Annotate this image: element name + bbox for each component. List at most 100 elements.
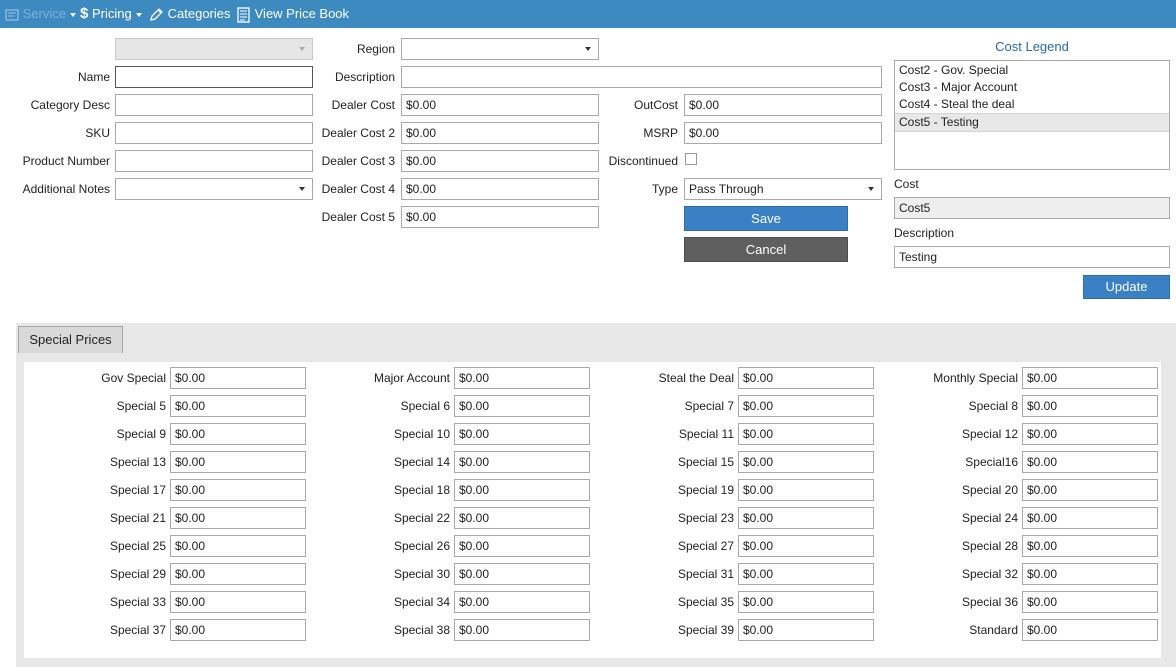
- special-price-field[interactable]: [1022, 563, 1158, 585]
- pricing-label: Pricing: [91, 6, 132, 21]
- dealer-cost-3-field[interactable]: [401, 150, 599, 172]
- cost-legend-list[interactable]: Cost2 - Gov. Special Cost3 - Major Accoun…: [894, 60, 1170, 170]
- top-select[interactable]: [115, 38, 313, 60]
- special-price-field[interactable]: [738, 591, 874, 613]
- cancel-button[interactable]: Cancel: [684, 237, 848, 262]
- special-price-field[interactable]: [1022, 619, 1158, 641]
- dealer-cost-2-field[interactable]: [401, 122, 599, 144]
- outcost-label: OutCost: [633, 98, 678, 112]
- legend-item[interactable]: Cost5 - Testing: [895, 113, 1169, 132]
- special-price-label: Special 28: [961, 539, 1018, 553]
- sku-field[interactable]: [115, 122, 313, 144]
- top-toolbar: Service $ Pricing Categories View Price …: [0, 0, 1176, 28]
- product-number-field[interactable]: [115, 150, 313, 172]
- outcost-field[interactable]: [684, 94, 882, 116]
- pricing-menu[interactable]: $ Pricing: [80, 0, 142, 28]
- dealer-cost-5-field[interactable]: [401, 206, 599, 228]
- special-price-label: Special 9: [116, 427, 166, 441]
- special-price-field[interactable]: [738, 395, 874, 417]
- special-price-field[interactable]: [170, 619, 306, 641]
- view-price-book-button[interactable]: View Price Book: [236, 0, 349, 28]
- tab-special-prices[interactable]: Special Prices: [18, 326, 123, 353]
- special-price-field[interactable]: [738, 563, 874, 585]
- legend-item[interactable]: Cost2 - Gov. Special: [895, 62, 1169, 79]
- update-button[interactable]: Update: [1083, 275, 1170, 299]
- special-price-label: Special 34: [393, 595, 450, 609]
- special-price-label: Special 31: [677, 567, 734, 581]
- special-price-field[interactable]: [738, 535, 874, 557]
- type-select[interactable]: Pass Through: [684, 178, 882, 200]
- special-price-label: Special 6: [400, 399, 450, 413]
- special-price-field[interactable]: [454, 535, 590, 557]
- special-price-field[interactable]: [454, 563, 590, 585]
- special-price-field[interactable]: [738, 479, 874, 501]
- description-field[interactable]: [401, 66, 882, 88]
- service-menu[interactable]: Service: [5, 0, 76, 28]
- dealer-cost-5-label: Dealer Cost 5: [321, 210, 395, 224]
- legend-description-field[interactable]: [894, 246, 1170, 268]
- special-price-field[interactable]: [170, 423, 306, 445]
- special-price-field[interactable]: [170, 395, 306, 417]
- service-label: Service: [22, 6, 66, 21]
- special-price-field[interactable]: [454, 619, 590, 641]
- special-price-field[interactable]: [454, 507, 590, 529]
- special-price-field[interactable]: [454, 423, 590, 445]
- discontinued-label: Discontinued: [608, 154, 678, 168]
- special-price-field[interactable]: [738, 367, 874, 389]
- legend-item[interactable]: Cost4 - Steal the deal: [895, 96, 1169, 113]
- save-button[interactable]: Save: [684, 206, 848, 231]
- msrp-field[interactable]: [684, 122, 882, 144]
- cost-field[interactable]: [894, 197, 1170, 219]
- special-price-field[interactable]: [738, 507, 874, 529]
- region-select[interactable]: [401, 38, 599, 60]
- discontinued-checkbox[interactable]: [685, 153, 697, 165]
- dollar-icon: $: [80, 5, 89, 22]
- special-price-label: Monthly Special: [933, 371, 1018, 385]
- categories-menu[interactable]: Categories: [148, 0, 231, 28]
- region-label: Region: [356, 42, 395, 56]
- msrp-label: MSRP: [643, 126, 678, 140]
- special-price-field[interactable]: [1022, 451, 1158, 473]
- special-price-field[interactable]: [1022, 535, 1158, 557]
- additional-notes-select[interactable]: [115, 178, 313, 200]
- special-price-field[interactable]: [454, 591, 590, 613]
- cost-label: Cost: [894, 177, 919, 191]
- special-price-field[interactable]: [1022, 479, 1158, 501]
- special-price-field[interactable]: [1022, 423, 1158, 445]
- special-price-field[interactable]: [738, 619, 874, 641]
- price-book-icon: [237, 6, 250, 23]
- dealer-cost-label: Dealer Cost: [331, 98, 395, 112]
- legend-item[interactable]: Cost3 - Major Account: [895, 79, 1169, 96]
- special-price-field[interactable]: [170, 451, 306, 473]
- special-price-field[interactable]: [454, 451, 590, 473]
- dealer-cost-4-field[interactable]: [401, 178, 599, 200]
- special-price-field[interactable]: [1022, 591, 1158, 613]
- special-price-field[interactable]: [170, 535, 306, 557]
- special-price-label: Special 36: [961, 595, 1018, 609]
- special-price-field[interactable]: [170, 563, 306, 585]
- special-price-field[interactable]: [170, 479, 306, 501]
- chevron-down-icon: [69, 12, 76, 17]
- special-price-field[interactable]: [170, 591, 306, 613]
- name-label: Name: [77, 70, 110, 84]
- special-price-label: Special 27: [677, 539, 734, 553]
- special-price-label: Special 17: [109, 483, 166, 497]
- special-price-field[interactable]: [454, 367, 590, 389]
- special-price-field[interactable]: [170, 367, 306, 389]
- special-price-field[interactable]: [170, 507, 306, 529]
- special-price-field[interactable]: [1022, 507, 1158, 529]
- chevron-down-icon: [135, 12, 142, 17]
- special-price-field[interactable]: [738, 423, 874, 445]
- name-field[interactable]: [115, 66, 313, 88]
- special-price-field[interactable]: [738, 451, 874, 473]
- special-price-label: Special 11: [678, 427, 734, 441]
- special-price-label: Special 13: [109, 455, 166, 469]
- special-price-label: Special16: [965, 455, 1018, 469]
- special-price-field[interactable]: [1022, 367, 1158, 389]
- dealer-cost-field[interactable]: [401, 94, 599, 116]
- category-desc-field[interactable]: [115, 94, 313, 116]
- special-price-field[interactable]: [454, 479, 590, 501]
- special-price-field[interactable]: [1022, 395, 1158, 417]
- special-price-field[interactable]: [454, 395, 590, 417]
- special-price-label: Special 10: [393, 427, 450, 441]
